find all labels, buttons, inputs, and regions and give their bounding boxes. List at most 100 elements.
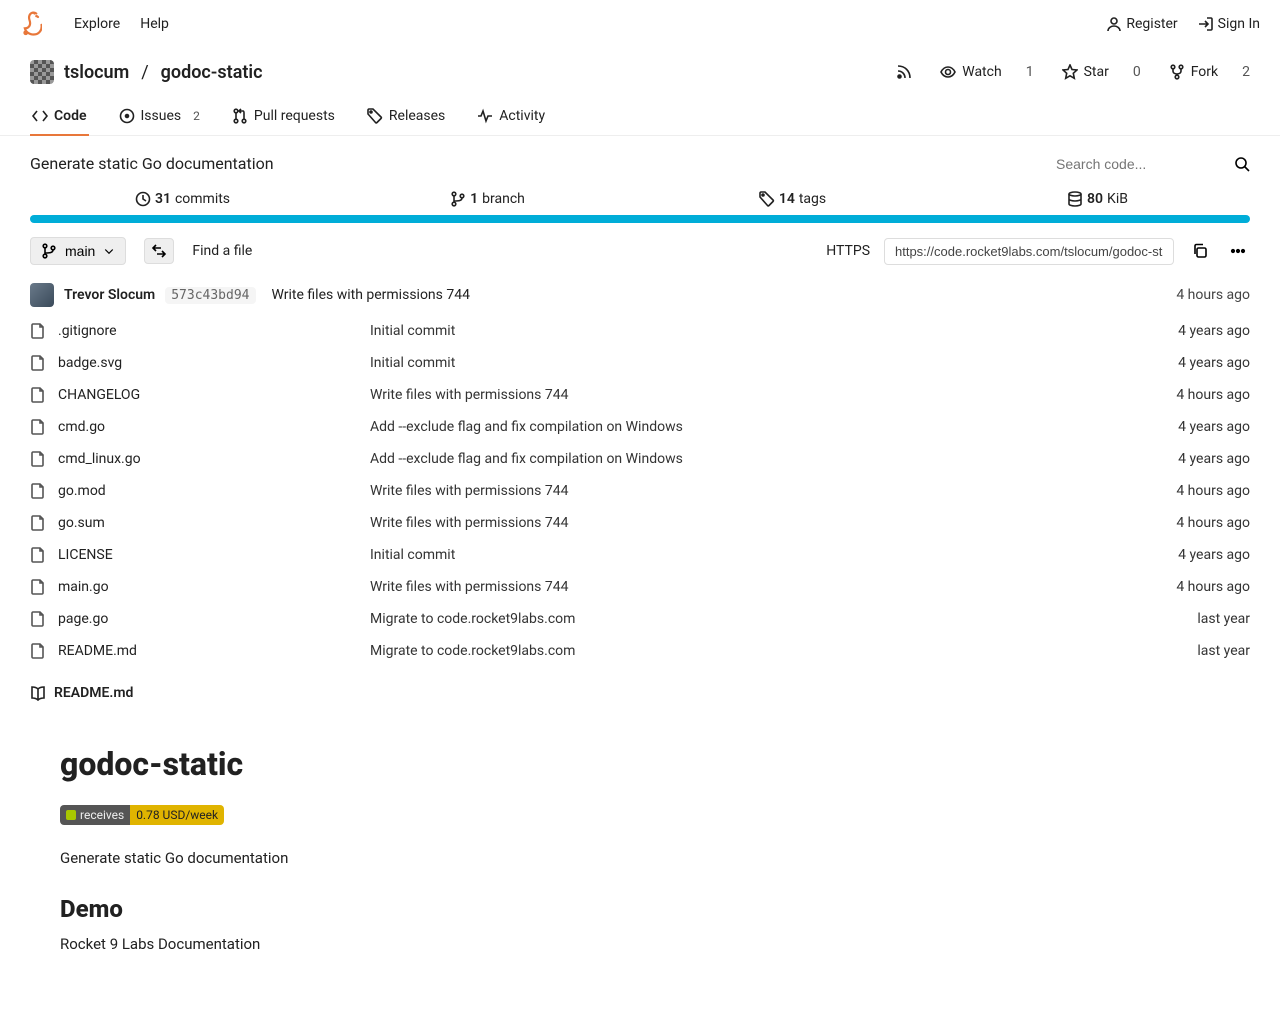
tab-code-label: Code (54, 108, 87, 124)
file-time: 4 years ago (1070, 323, 1250, 339)
file-commit-message[interactable]: Write files with permissions 744 (370, 579, 1070, 595)
commit-author-avatar[interactable] (30, 283, 54, 307)
file-time: 4 hours ago (1070, 387, 1250, 403)
compare-button[interactable] (144, 238, 174, 264)
top-navbar: Explore Help Register Sign In (0, 0, 1280, 48)
file-name-link[interactable]: README.md (58, 643, 137, 659)
nav-signin-label: Sign In (1218, 16, 1260, 32)
file-row: CHANGELOG Write files with permissions 74… (30, 379, 1250, 411)
star-button[interactable]: Star 0 (1062, 64, 1141, 80)
star-label: Star (1084, 64, 1109, 80)
rss-button[interactable] (896, 64, 912, 80)
repo-owner-link[interactable]: tslocum (64, 62, 129, 83)
branches-count: 1 (470, 191, 478, 207)
code-icon (32, 108, 48, 124)
commit-sha-link[interactable]: 573c43bd94 (165, 287, 255, 304)
file-commit-message[interactable]: Add --exclude flag and fix compilation o… (370, 451, 1070, 467)
watch-button[interactable]: Watch 1 (940, 64, 1033, 80)
tab-activity[interactable]: Activity (475, 98, 547, 136)
tab-issues[interactable]: Issues 2 (117, 98, 202, 136)
code-search-input[interactable] (1056, 156, 1226, 172)
tab-pulls-label: Pull requests (254, 108, 335, 124)
nav-register[interactable]: Register (1106, 16, 1177, 32)
readme-filename-link[interactable]: README.md (54, 685, 133, 701)
commit-author-link[interactable]: Trevor Slocum (64, 287, 155, 303)
tab-releases-label: Releases (389, 108, 445, 124)
more-menu-button[interactable] (1226, 239, 1250, 263)
database-icon (1067, 191, 1083, 207)
find-file-link[interactable]: Find a file (192, 243, 252, 259)
clone-url-input[interactable] (884, 238, 1174, 265)
stat-tags[interactable]: 14 tags (640, 183, 945, 215)
file-icon (30, 579, 46, 595)
pulse-icon (477, 108, 493, 124)
file-name-link[interactable]: go.mod (58, 483, 106, 499)
compare-icon (151, 243, 167, 259)
file-name-link[interactable]: cmd.go (58, 419, 105, 435)
site-logo-icon[interactable] (20, 10, 42, 38)
tab-pulls[interactable]: Pull requests (230, 98, 337, 136)
file-name-link[interactable]: cmd_linux.go (58, 451, 141, 467)
file-icon (30, 515, 46, 531)
file-time: 4 hours ago (1070, 483, 1250, 499)
fork-label: Fork (1191, 64, 1218, 80)
file-commit-message[interactable]: Write files with permissions 744 (370, 387, 1070, 403)
code-search-button[interactable] (1234, 156, 1250, 172)
clone-protocol-label[interactable]: HTTPS (826, 243, 870, 259)
file-icon (30, 643, 46, 659)
file-commit-message[interactable]: Migrate to code.rocket9labs.com (370, 611, 1070, 627)
file-row: badge.svgInitial commit4 years ago (30, 347, 1250, 379)
tag-icon (759, 191, 775, 207)
branch-icon (41, 243, 57, 259)
liberapay-icon (66, 810, 76, 820)
file-commit-message[interactable]: Initial commit (370, 547, 1070, 563)
donation-badge[interactable]: receives 0.78 USD/week (60, 805, 224, 825)
file-commit-message[interactable]: Initial commit (370, 355, 1070, 371)
nav-signin[interactable]: Sign In (1198, 16, 1260, 32)
repo-owner-avatar[interactable] (30, 60, 54, 84)
language-bar (30, 215, 1250, 223)
signin-icon (1198, 16, 1214, 32)
tags-count: 14 (779, 191, 795, 207)
branch-selector[interactable]: main (30, 237, 126, 265)
commit-time: 4 hours ago (1176, 287, 1250, 303)
size-count: 80 (1087, 191, 1103, 207)
repo-name-link[interactable]: godoc-static (161, 62, 263, 83)
file-name-link[interactable]: badge.svg (58, 355, 122, 371)
file-commit-message[interactable]: Write files with permissions 744 (370, 483, 1070, 499)
file-row: .gitignore Initial commit4 years ago (30, 315, 1250, 347)
file-name-link[interactable]: go.sum (58, 515, 105, 531)
commit-message-link[interactable]: Write files with permissions 744 (272, 287, 470, 303)
file-commit-message[interactable]: Add --exclude flag and fix compilation o… (370, 419, 1070, 435)
file-name-link[interactable]: LICENSE (58, 547, 113, 563)
latest-commit-row: Trevor Slocum 573c43bd94 Write files wit… (0, 275, 1280, 315)
stat-commits[interactable]: 31 commits (30, 183, 335, 215)
nav-help[interactable]: Help (140, 16, 169, 32)
file-commit-message[interactable]: Migrate to code.rocket9labs.com (370, 643, 1070, 659)
fork-button[interactable]: Fork 2 (1169, 64, 1250, 80)
file-name-link[interactable]: page.go (58, 611, 108, 627)
file-icon (30, 387, 46, 403)
file-commit-message[interactable]: Initial commit (370, 323, 1070, 339)
size-label: KiB (1107, 191, 1128, 207)
chevron-down-icon (103, 245, 115, 257)
nav-explore[interactable]: Explore (74, 16, 120, 32)
copy-url-button[interactable] (1188, 239, 1212, 263)
stat-branches[interactable]: 1 branch (335, 183, 640, 215)
file-list: .gitignoreInitial commit4 years agobadge… (0, 315, 1280, 667)
repo-description: Generate static Go documentation (30, 154, 274, 173)
file-commit-message[interactable]: Write files with permissions 744 (370, 515, 1070, 531)
tab-code[interactable]: Code (30, 98, 89, 136)
file-name-link[interactable]: main.go (58, 579, 109, 595)
tab-releases[interactable]: Releases (365, 98, 447, 136)
commits-count: 31 (155, 191, 171, 207)
tags-label: tags (799, 191, 826, 207)
file-name-link[interactable]: CHANGELOG (58, 387, 140, 403)
commits-label: commits (175, 191, 230, 207)
file-row: main.goWrite files with permissions 7444… (30, 571, 1250, 603)
repo-header: tslocum / godoc-static Watch 1 Star 0 Fo… (0, 48, 1280, 92)
file-name-link[interactable]: .gitignore (58, 323, 117, 339)
readme-h1: godoc-static (60, 745, 1220, 783)
stat-size[interactable]: 80 KiB (945, 183, 1250, 215)
file-row: cmd.go Add --exclude flag and fix compila… (30, 411, 1250, 443)
